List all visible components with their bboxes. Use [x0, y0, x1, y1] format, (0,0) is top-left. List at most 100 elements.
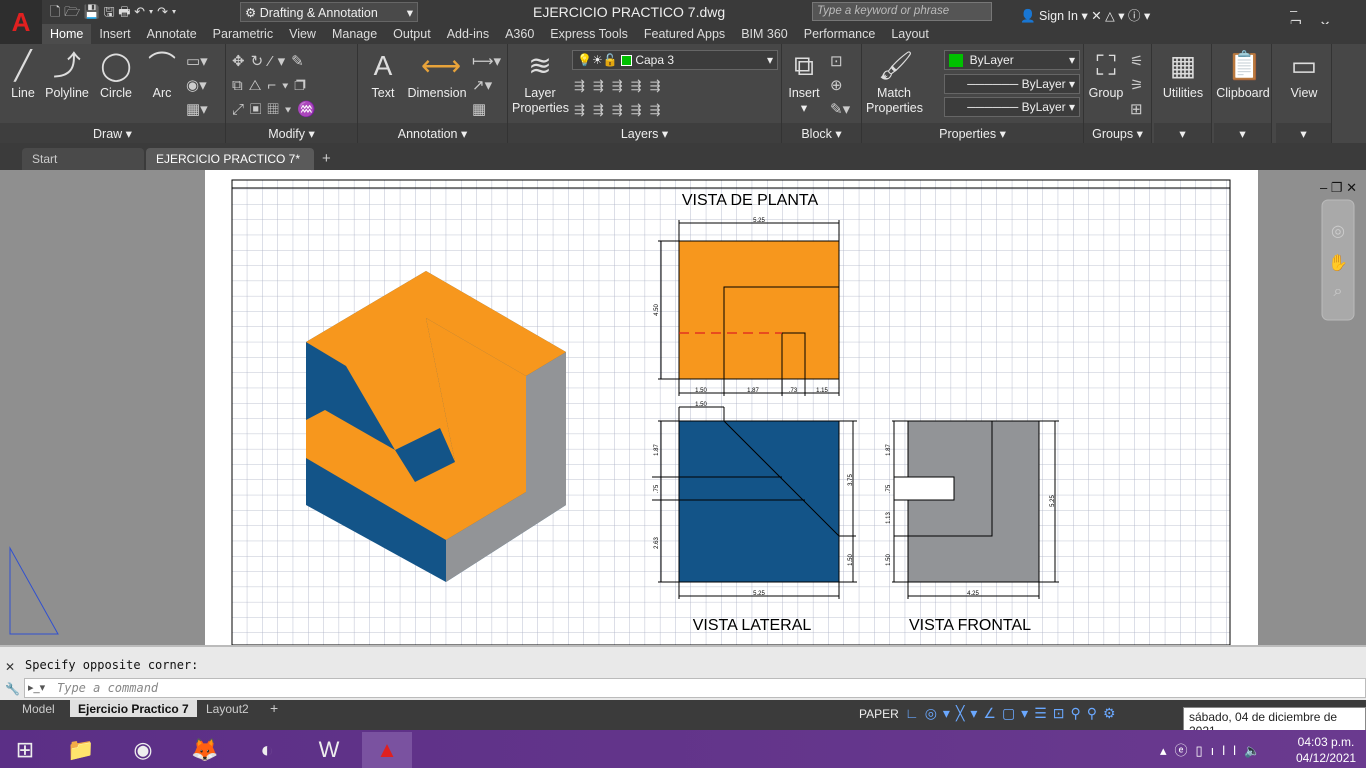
command-input[interactable]: Type a command: [24, 678, 1366, 698]
ribbon-tab-performance[interactable]: Performance: [796, 24, 884, 44]
layer-properties-button[interactable]: ≋ Layer Properties: [512, 50, 569, 116]
line-tool[interactable]: ╱ Line: [6, 50, 40, 101]
ribbon-tab-insert[interactable]: Insert: [91, 24, 138, 44]
ribbon-tab-add-ins[interactable]: Add-ins: [439, 24, 497, 44]
annotation-panel: A Text ⟷ Dimension ⟼▾ ↗▾ ▦ Annotation ▾: [358, 44, 508, 143]
quick-access-toolbar[interactable]: 🗋 🗁 💾 🖫 🖶 ↶ ▾ ↷ ▾: [50, 3, 176, 21]
autocad-logo-button[interactable]: A: [0, 0, 42, 44]
file-explorer-icon[interactable]: 📁: [56, 732, 106, 768]
ribbon-tab-view[interactable]: View: [281, 24, 324, 44]
properties-panel-title[interactable]: Properties ▾: [862, 123, 1083, 143]
new-layout-button[interactable]: +: [262, 698, 286, 716]
line-icon: ╱: [14, 50, 32, 81]
svg-text:1.50: 1.50: [695, 388, 707, 394]
svg-text:5.25: 5.25: [753, 591, 765, 597]
clock[interactable]: 04:03 p.m. 04/12/2021: [1296, 734, 1356, 766]
ribbon: ╱ Line ⤴ Polyline ◯ Circle ⌒ Arc ▭▾ ◉▾ ▦▾ Draw…: [0, 44, 1366, 143]
layers-panel-title[interactable]: Layers ▾: [508, 123, 781, 143]
command-prompt-icon[interactable]: ▸_▾: [28, 681, 45, 694]
view-icon: ▭: [1290, 50, 1318, 81]
svg-text:.73: .73: [789, 388, 798, 394]
polyline-icon: ⤴: [52, 50, 81, 81]
pan-icon: ✋: [1328, 253, 1348, 272]
layer-dropdown[interactable]: 💡☀🔓 Capa 3 ▾: [572, 50, 778, 70]
circle-tool[interactable]: ◯ Circle: [98, 50, 134, 101]
lateral-title: VISTA LATERAL: [693, 617, 812, 634]
color-dropdown[interactable]: ByLayer ▾: [944, 50, 1080, 70]
annotation-small-tools[interactable]: ⟼▾ ↗▾ ▦: [472, 50, 501, 122]
groups-panel-title[interactable]: Groups ▾: [1084, 123, 1151, 143]
file-tab-ejercicio[interactable]: EJERCICIO PRACTICO 7*: [146, 148, 314, 170]
paper-space-button[interactable]: PAPER: [859, 707, 899, 721]
dimension-tool[interactable]: ⟷ Dimension: [406, 50, 468, 101]
plan-title: VISTA DE PLANTA: [682, 192, 819, 209]
draw-panel-title[interactable]: Draw ▾: [0, 123, 225, 143]
svg-text:2.63: 2.63: [654, 537, 660, 549]
file-tab-start[interactable]: Start: [22, 148, 144, 170]
svg-text:5.25: 5.25: [753, 218, 765, 224]
ribbon-tab-parametric[interactable]: Parametric: [205, 24, 281, 44]
group-icon: ⛶: [1096, 50, 1116, 81]
match-properties-button[interactable]: 🖌 Match Properties: [866, 50, 923, 116]
start-button[interactable]: ⊞: [0, 732, 50, 768]
search-input[interactable]: Type a keyword or phrase: [812, 2, 992, 21]
ribbon-tab-featured-apps[interactable]: Featured Apps: [636, 24, 733, 44]
ribbon-tabs: Home Insert Annotate Parametric View Manage Ou…: [42, 24, 1366, 44]
polyline-tool[interactable]: ⤴ Polyline: [44, 50, 90, 101]
ribbon-tab-a360[interactable]: A360: [497, 24, 542, 44]
layers-panel: ≋ Layer Properties 💡☀🔓 Capa 3 ▾ ⇶⇶⇶⇶⇶ ⇶⇶⇶⇶⇶…: [508, 44, 782, 143]
annotation-panel-title[interactable]: Annotation ▾: [358, 123, 507, 143]
sign-in-button[interactable]: 👤 Sign In ▾ ✕ △ ▾ ⓘ ▾: [1020, 5, 1150, 24]
insert-button[interactable]: ⧉ Insert ▾: [784, 50, 824, 116]
chrome-icon[interactable]: ◉: [118, 732, 168, 768]
workspace-dropdown[interactable]: ⚙ Drafting & Annotation ▾: [240, 2, 418, 22]
block-tools[interactable]: ⊡ ⊕ ✎▾: [830, 50, 850, 122]
modify-panel-title[interactable]: Modify ▾: [226, 123, 357, 143]
draw-small-tools[interactable]: ▭▾ ◉▾ ▦▾: [186, 50, 208, 122]
tab-ejercicio-practico-7[interactable]: Ejercicio Practico 7: [70, 700, 197, 717]
ribbon-tab-express-tools[interactable]: Express Tools: [542, 24, 636, 44]
layer-tools[interactable]: ⇶⇶⇶⇶⇶ ⇶⇶⇶⇶⇶: [574, 74, 668, 122]
system-tray[interactable]: ▴ⓔ▯ıll🔈: [1160, 740, 1268, 759]
new-tab-button[interactable]: +: [322, 150, 331, 167]
lineweight-dropdown[interactable]: ────── ByLayer ▾: [944, 97, 1080, 117]
svg-text:5.25: 5.25: [1050, 495, 1056, 507]
group-tools[interactable]: ⚟ ⚞ ⊞: [1130, 50, 1143, 122]
ribbon-tab-layout[interactable]: Layout: [883, 24, 937, 44]
tab-model[interactable]: Model: [14, 700, 63, 717]
word-icon[interactable]: W: [304, 732, 354, 768]
ribbon-tab-output[interactable]: Output: [385, 24, 439, 44]
close-command-line-icon[interactable]: ✕: [5, 660, 15, 674]
svg-text:1.50: 1.50: [848, 554, 854, 566]
drawing-canvas[interactable]: VISTA DE PLANTA 5.25 4.50 1.50 1.87 .73 …: [0, 170, 1366, 645]
svg-text:.75: .75: [654, 484, 660, 493]
customize-wrench-icon[interactable]: 🔧: [5, 682, 20, 696]
autocad-taskbar-icon[interactable]: ▲: [362, 732, 412, 768]
sign-in-label: Sign In: [1039, 9, 1078, 23]
firefox-icon[interactable]: 🦊: [180, 732, 230, 768]
edge-icon[interactable]: ◐: [242, 732, 292, 768]
modify-tools[interactable]: ✥↻⁄▾✎ ⧉△⌐▾❐ ⤢▣▦▾♒: [232, 50, 322, 122]
utilities-panel[interactable]: ▦ Utilities ▾: [1154, 44, 1212, 143]
match-properties-icon: 🖌: [878, 50, 914, 81]
status-toggles[interactable]: ∟◎▾╳▾∠▢▾☰⊡⚲⚲⚙: [905, 705, 1122, 722]
window-title: EJERCICIO PRACTICO 7.dwg: [533, 4, 726, 20]
color-swatch: [949, 54, 963, 68]
text-tool[interactable]: A Text: [366, 50, 400, 101]
ribbon-tab-home[interactable]: Home: [42, 24, 92, 44]
svg-text:1.87: 1.87: [747, 388, 759, 394]
frontal-title: VISTA FRONTAL: [909, 617, 1031, 634]
group-button[interactable]: ⛶ Group: [1086, 50, 1126, 101]
calculator-icon: ▦: [1169, 50, 1197, 81]
clipboard-panel[interactable]: 📋 Clipboard ▾: [1214, 44, 1272, 143]
linetype-dropdown[interactable]: ────── ByLayer ▾: [944, 74, 1080, 94]
ribbon-tab-manage[interactable]: Manage: [324, 24, 385, 44]
tab-layout2[interactable]: Layout2: [198, 700, 257, 717]
svg-text:1.13: 1.13: [886, 512, 892, 524]
block-panel-title[interactable]: Block ▾: [782, 123, 861, 143]
layer-color-swatch: [620, 55, 632, 67]
arc-tool[interactable]: ⌒ Arc: [146, 50, 178, 101]
ribbon-tab-annotate[interactable]: Annotate: [139, 24, 205, 44]
view-panel[interactable]: ▭ View ▾: [1276, 44, 1332, 143]
ribbon-tab-bim-360[interactable]: BIM 360: [733, 24, 796, 44]
